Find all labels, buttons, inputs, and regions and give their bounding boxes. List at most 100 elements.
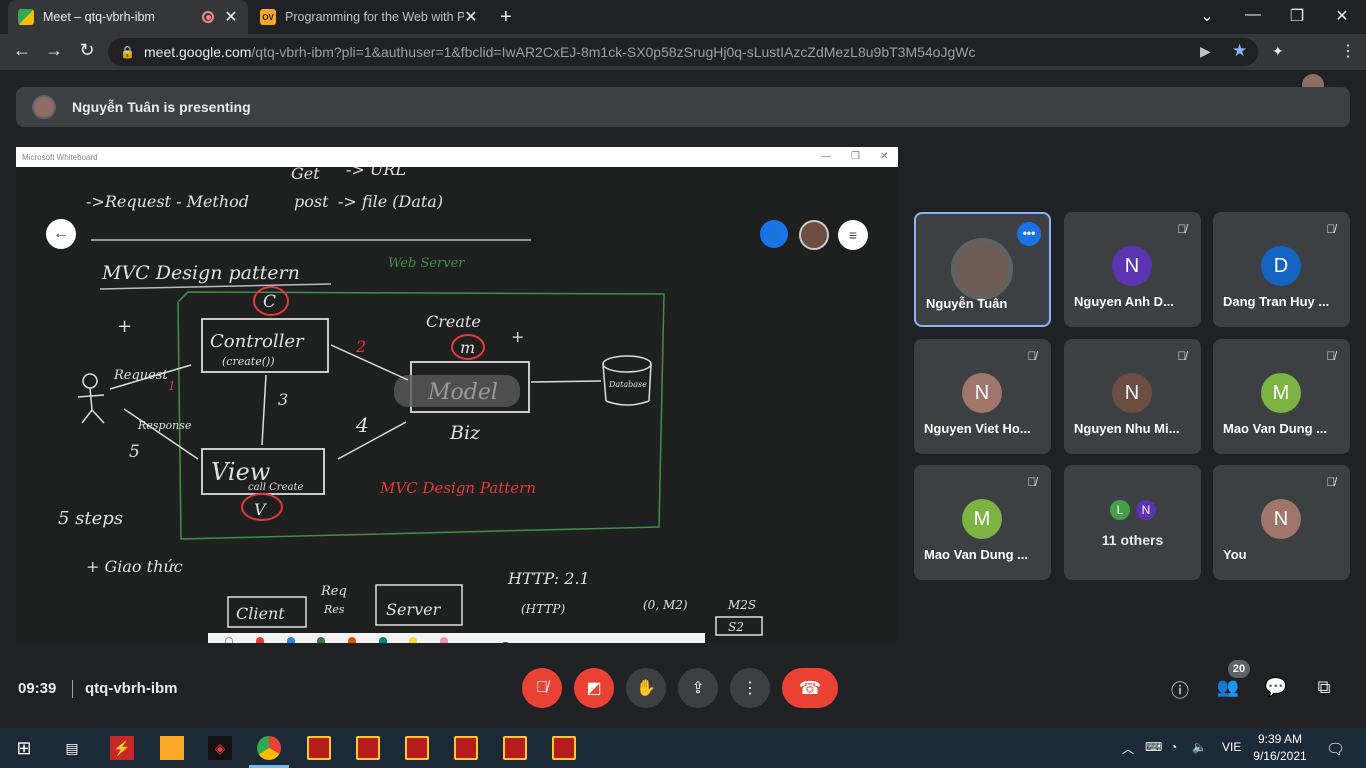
undo-icon[interactable]: ↶: [644, 633, 675, 643]
highlighter-yellow-icon[interactable]: [398, 633, 429, 643]
file-explorer-icon[interactable]: [160, 736, 184, 760]
eraser-pink-icon[interactable]: [429, 633, 460, 643]
taskbar-app-icon[interactable]: [503, 736, 527, 760]
taskbar-app-icon[interactable]: [552, 736, 576, 760]
wb-text-view-sub: call Create: [248, 482, 303, 493]
taskbar-app-icon[interactable]: [307, 736, 331, 760]
participant-name: You: [1223, 547, 1247, 562]
self-tile[interactable]: 🎙̸ N You: [1213, 465, 1350, 580]
app-flash-icon[interactable]: ⚡: [110, 736, 134, 760]
activities-icon[interactable]: ⧉: [1312, 677, 1336, 701]
wb-restore-icon: ❐: [851, 151, 860, 162]
wb-minimize-icon: —: [821, 151, 831, 162]
pen-blue-icon[interactable]: [275, 633, 306, 643]
tab-meet[interactable]: Meet – qtq-vbrh-ibm ✕: [8, 0, 248, 34]
wb-text-http-sub: (HTTP): [521, 602, 565, 616]
present-button[interactable]: ⇪: [678, 668, 718, 708]
wb-text-controller: Controller: [210, 331, 305, 352]
tab-programming[interactable]: OV Programming for the Web with P ✕: [250, 0, 488, 34]
notifications-icon[interactable]: 🗨: [1326, 740, 1345, 758]
wb-person-icon[interactable]: 👤: [760, 220, 788, 248]
address-bar[interactable]: 🔒 meet.google.com /qtq-vbrh-ibm?pli=1&au…: [108, 38, 1258, 66]
ruler-icon[interactable]: ▭: [460, 633, 491, 643]
wb-back-button[interactable]: ←: [46, 219, 76, 249]
participant-tile[interactable]: 🎙̸ N Nguyen Nhu Mi...: [1064, 339, 1201, 454]
wb-pen-tray: ▭ ◯ A ▢ ▣ ⊞ ↶ ↷: [208, 633, 705, 643]
tab-search-icon[interactable]: ⌄: [1197, 6, 1217, 26]
participant-tile[interactable]: 🎙̸ D Dang Tran Huy ...: [1213, 212, 1350, 327]
wb-text-plus-user: +: [117, 316, 132, 337]
new-tab-button[interactable]: +: [500, 6, 512, 29]
wb-text-m2: (0, M2): [643, 598, 688, 612]
pen-red-icon[interactable]: [245, 633, 276, 643]
taskbar-app-icon[interactable]: [356, 736, 380, 760]
wb-text-get: Get: [291, 167, 320, 183]
leave-call-button[interactable]: ☎: [782, 668, 838, 708]
close-window-icon[interactable]: ✕: [1332, 6, 1352, 26]
pen-green-icon[interactable]: [306, 633, 337, 643]
taskbar-app-icon[interactable]: [454, 736, 478, 760]
forward-icon[interactable]: →: [42, 40, 66, 61]
shared-screen: Microsoft Whiteboard — ❐ ✕ ->Request - M…: [16, 147, 898, 643]
note-icon[interactable]: ▢: [552, 633, 583, 643]
taskbar-app-icon[interactable]: [405, 736, 429, 760]
info-icon[interactable]: ⓘ: [1168, 677, 1192, 701]
restore-icon[interactable]: ❐: [1287, 6, 1307, 26]
minimize-icon[interactable]: —: [1243, 6, 1263, 24]
wb-text-response: Response: [137, 419, 192, 432]
insert-icon[interactable]: ⊞: [613, 633, 644, 643]
bookmark-star-icon[interactable]: ★: [1232, 41, 1247, 61]
meet-favicon-icon: [18, 9, 34, 25]
chrome-icon[interactable]: [257, 736, 281, 760]
participant-tile[interactable]: 🎙̸ N Nguyen Anh D...: [1064, 212, 1201, 327]
wb-text-c: C: [263, 292, 276, 312]
camera-toggle-button[interactable]: ◩: [574, 668, 614, 708]
tray-language[interactable]: VIE: [1222, 740, 1241, 754]
extensions-icon[interactable]: ✦: [1272, 43, 1284, 60]
tray-date: 9/16/2021: [1253, 749, 1307, 763]
raise-hand-button[interactable]: ✋: [626, 668, 666, 708]
tray-chevron-icon[interactable]: ︿: [1122, 740, 1134, 757]
tray-clock[interactable]: 9:39 AM 9/16/2021: [1252, 731, 1308, 765]
more-options-icon[interactable]: •••: [1017, 222, 1041, 246]
ov-favicon-icon: OV: [260, 9, 276, 25]
presenting-text: Nguyễn Tuân is presenting: [72, 99, 251, 115]
mic-off-icon: 🎙̸: [1326, 475, 1336, 489]
tray-keyboard-icon[interactable]: ⌨: [1145, 740, 1162, 754]
reload-icon[interactable]: ↻: [75, 40, 99, 61]
participant-name: Nguyen Anh D...: [1074, 294, 1174, 309]
tray-volume-icon[interactable]: 🔈: [1192, 740, 1207, 754]
wb-text-mvc-red: MVC Design Pattern: [379, 479, 536, 497]
wb-text-post: post: [294, 192, 329, 211]
tray-time: 9:39 AM: [1257, 732, 1303, 746]
pen-orange-icon[interactable]: [337, 633, 368, 643]
close-tab-icon[interactable]: ✕: [464, 7, 478, 27]
pen-black-icon[interactable]: [214, 633, 245, 643]
redo-icon[interactable]: ↷: [674, 633, 705, 643]
camera-icon[interactable]: ▶: [1200, 43, 1211, 60]
tray-wifi-icon[interactable]: ◔: [1170, 740, 1177, 754]
windows-start-icon[interactable]: ⊞: [12, 736, 36, 760]
participant-tile[interactable]: 🎙̸ M Mao Van Dung ...: [1213, 339, 1350, 454]
menu-kebab-icon[interactable]: ⋮: [1340, 41, 1356, 61]
lasso-icon[interactable]: ◯: [490, 633, 521, 643]
people-icon[interactable]: 👥: [1216, 677, 1240, 701]
task-view-icon[interactable]: ▤: [60, 736, 84, 760]
wb-user-avatar[interactable]: [799, 220, 829, 250]
pen-teal-icon[interactable]: [367, 633, 398, 643]
mic-off-icon: 🎙̸: [1326, 349, 1336, 363]
others-tile[interactable]: L N 11 others: [1064, 465, 1201, 580]
participant-tile[interactable]: 🎙̸ M Mao Van Dung ...: [914, 465, 1051, 580]
participant-tile[interactable]: 🎙̸ N Nguyen Viet Ho...: [914, 339, 1051, 454]
mic-toggle-button[interactable]: 🎙̸: [522, 668, 562, 708]
text-icon[interactable]: A: [521, 633, 552, 644]
more-options-button[interactable]: ⋮: [730, 668, 770, 708]
image-icon[interactable]: ▣: [582, 633, 613, 643]
participant-tile[interactable]: ••• Nguyễn Tuân: [914, 212, 1051, 327]
close-tab-icon[interactable]: ✕: [224, 7, 238, 27]
chat-icon[interactable]: 💬: [1264, 677, 1288, 701]
back-icon[interactable]: ←: [10, 40, 34, 61]
presenter-avatar: [32, 95, 56, 119]
wb-menu-icon[interactable]: ≡: [838, 220, 868, 250]
garena-icon[interactable]: ◈: [208, 736, 232, 760]
